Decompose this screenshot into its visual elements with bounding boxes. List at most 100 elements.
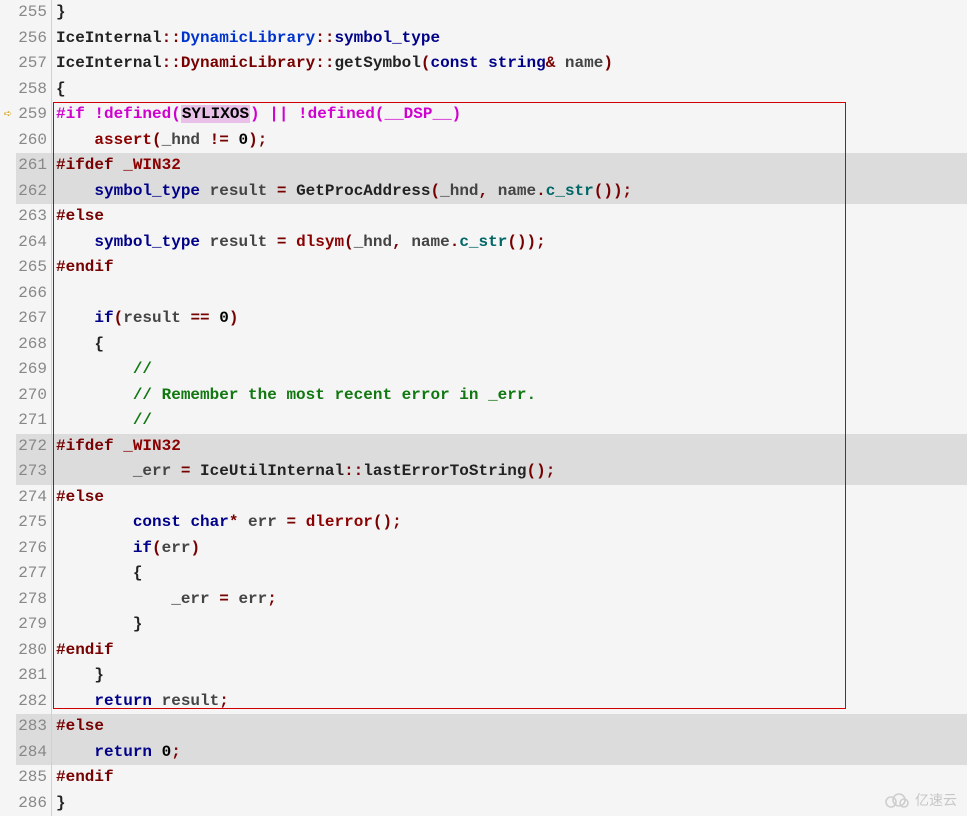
line-content[interactable]: if(err)	[52, 536, 967, 562]
token: c_str	[546, 182, 594, 200]
line-content[interactable]: return 0;	[52, 740, 967, 766]
line-content[interactable]: }	[52, 791, 967, 816]
code-line[interactable]: 256IceInternal::DynamicLibrary::symbol_t…	[0, 26, 967, 52]
token	[229, 590, 239, 608]
line-content[interactable]: //	[52, 357, 967, 383]
token: (	[114, 309, 124, 327]
line-content[interactable]: symbol_type result = dlsym(_hnd, name.c_…	[52, 230, 967, 256]
line-number: 282	[16, 689, 52, 715]
code-line[interactable]: 277 {	[0, 561, 967, 587]
code-line[interactable]: 283#else	[0, 714, 967, 740]
line-number: 273	[16, 459, 52, 485]
code-line[interactable]: 286}	[0, 791, 967, 816]
gutter	[0, 612, 16, 638]
code-line[interactable]: 262 symbol_type result = GetProcAddress(…	[0, 179, 967, 205]
line-content[interactable]: return result;	[52, 689, 967, 715]
gutter	[0, 230, 16, 256]
code-line[interactable]: 264 symbol_type result = dlsym(_hnd, nam…	[0, 230, 967, 256]
line-content[interactable]: IceInternal::DynamicLibrary::getSymbol(c…	[52, 51, 967, 77]
token: assert	[94, 131, 152, 149]
line-content[interactable]: #ifdef _WIN32	[52, 153, 967, 179]
token	[152, 743, 162, 761]
line-content[interactable]: #endif	[52, 638, 967, 664]
code-line[interactable]: 267 if(result == 0)	[0, 306, 967, 332]
token	[267, 233, 277, 251]
token: #endif	[56, 258, 114, 276]
line-content[interactable]: const char* err = dlerror();	[52, 510, 967, 536]
code-line[interactable]: 285#endif	[0, 765, 967, 791]
code-line[interactable]: 270 // Remember the most recent error in…	[0, 383, 967, 409]
line-number: 278	[16, 587, 52, 613]
line-content[interactable]: _err = err;	[52, 587, 967, 613]
code-line[interactable]: 263#else	[0, 204, 967, 230]
code-line[interactable]: 284 return 0;	[0, 740, 967, 766]
line-content[interactable]: if(result == 0)	[52, 306, 967, 332]
code-line[interactable]: 272#ifdef _WIN32	[0, 434, 967, 460]
code-line[interactable]: 261#ifdef _WIN32	[0, 153, 967, 179]
gutter	[0, 204, 16, 230]
line-content[interactable]: }	[52, 612, 967, 638]
code-line[interactable]: 281 }	[0, 663, 967, 689]
line-content[interactable]: #ifdef _WIN32	[52, 434, 967, 460]
line-content[interactable]: #endif	[52, 765, 967, 791]
line-content[interactable]: {	[52, 77, 967, 103]
line-number: 271	[16, 408, 52, 434]
code-line[interactable]: 273 _err = IceUtilInternal::lastErrorToS…	[0, 459, 967, 485]
code-line[interactable]: 276 if(err)	[0, 536, 967, 562]
token: const	[430, 54, 478, 72]
line-content[interactable]: assert(_hnd != 0);	[52, 128, 967, 154]
code-line[interactable]: 257IceInternal::DynamicLibrary::getSymbo…	[0, 51, 967, 77]
code-line[interactable]: 258{	[0, 77, 967, 103]
code-line[interactable]: 268 {	[0, 332, 967, 358]
line-content[interactable]	[52, 281, 967, 307]
line-content[interactable]: {	[52, 561, 967, 587]
code-line[interactable]: 265#endif	[0, 255, 967, 281]
token: ();	[527, 462, 556, 480]
token: #endif	[56, 768, 114, 786]
token: 0	[162, 743, 172, 761]
gutter	[0, 408, 16, 434]
line-content[interactable]: IceInternal::DynamicLibrary::symbol_type	[52, 26, 967, 52]
token: symbol_type	[94, 182, 200, 200]
line-content[interactable]: #else	[52, 485, 967, 511]
token: =	[219, 590, 229, 608]
token: result	[210, 233, 268, 251]
line-number: 257	[16, 51, 52, 77]
token: (	[152, 539, 162, 557]
line-content[interactable]: #else	[52, 204, 967, 230]
code-line[interactable]: 260 assert(_hnd != 0);	[0, 128, 967, 154]
token: }	[56, 3, 66, 21]
token: 0	[219, 309, 229, 327]
token	[229, 131, 239, 149]
line-content[interactable]: // Remember the most recent error in _er…	[52, 383, 967, 409]
line-content[interactable]: }	[52, 663, 967, 689]
line-content[interactable]: #else	[52, 714, 967, 740]
line-content[interactable]: {	[52, 332, 967, 358]
code-line[interactable]: 282 return result;	[0, 689, 967, 715]
token: =	[286, 513, 296, 531]
code-line[interactable]: 279 }	[0, 612, 967, 638]
code-line[interactable]: 266	[0, 281, 967, 307]
token: (	[344, 233, 354, 251]
code-line[interactable]: 274#else	[0, 485, 967, 511]
line-content[interactable]: //	[52, 408, 967, 434]
code-line[interactable]: 280#endif	[0, 638, 967, 664]
line-number: 279	[16, 612, 52, 638]
code-line[interactable]: ➪259#if !defined(SYLIXOS) || !defined(__…	[0, 102, 967, 128]
code-editor[interactable]: 255}256IceInternal::DynamicLibrary::symb…	[0, 0, 967, 816]
code-line[interactable]: 271 //	[0, 408, 967, 434]
token: _hnd	[162, 131, 200, 149]
token: c_str	[459, 233, 507, 251]
token: SYLIXOS	[181, 105, 250, 123]
line-content[interactable]: #if !defined(SYLIXOS) || !defined(__DSP_…	[52, 102, 967, 128]
line-content[interactable]: symbol_type result = GetProcAddress(_hnd…	[52, 179, 967, 205]
token: }	[56, 615, 142, 633]
code-line[interactable]: 255}	[0, 0, 967, 26]
code-line[interactable]: 278 _err = err;	[0, 587, 967, 613]
gutter	[0, 459, 16, 485]
code-line[interactable]: 269 //	[0, 357, 967, 383]
code-line[interactable]: 275 const char* err = dlerror();	[0, 510, 967, 536]
line-content[interactable]: #endif	[52, 255, 967, 281]
line-content[interactable]: }	[52, 0, 967, 26]
line-content[interactable]: _err = IceUtilInternal::lastErrorToStrin…	[52, 459, 967, 485]
